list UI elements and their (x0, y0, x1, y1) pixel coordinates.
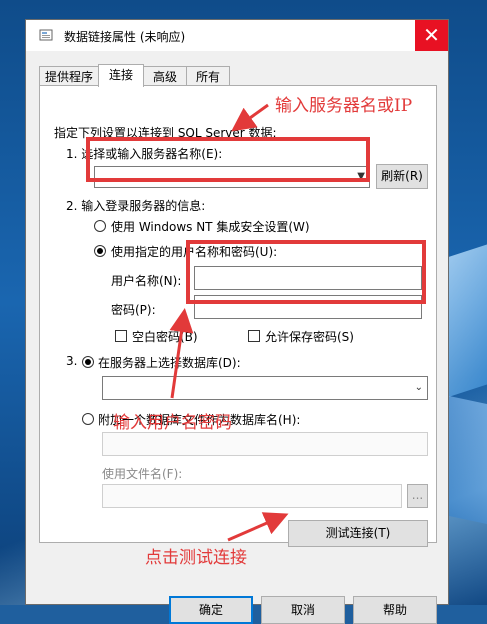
server-hint-arrow (231, 103, 269, 132)
test-hint-arrow (227, 512, 289, 542)
annotation-arrows (169, 103, 289, 542)
tab-connection[interactable]: 连接 (98, 64, 144, 87)
credentials-hint-arrow (169, 308, 194, 399)
